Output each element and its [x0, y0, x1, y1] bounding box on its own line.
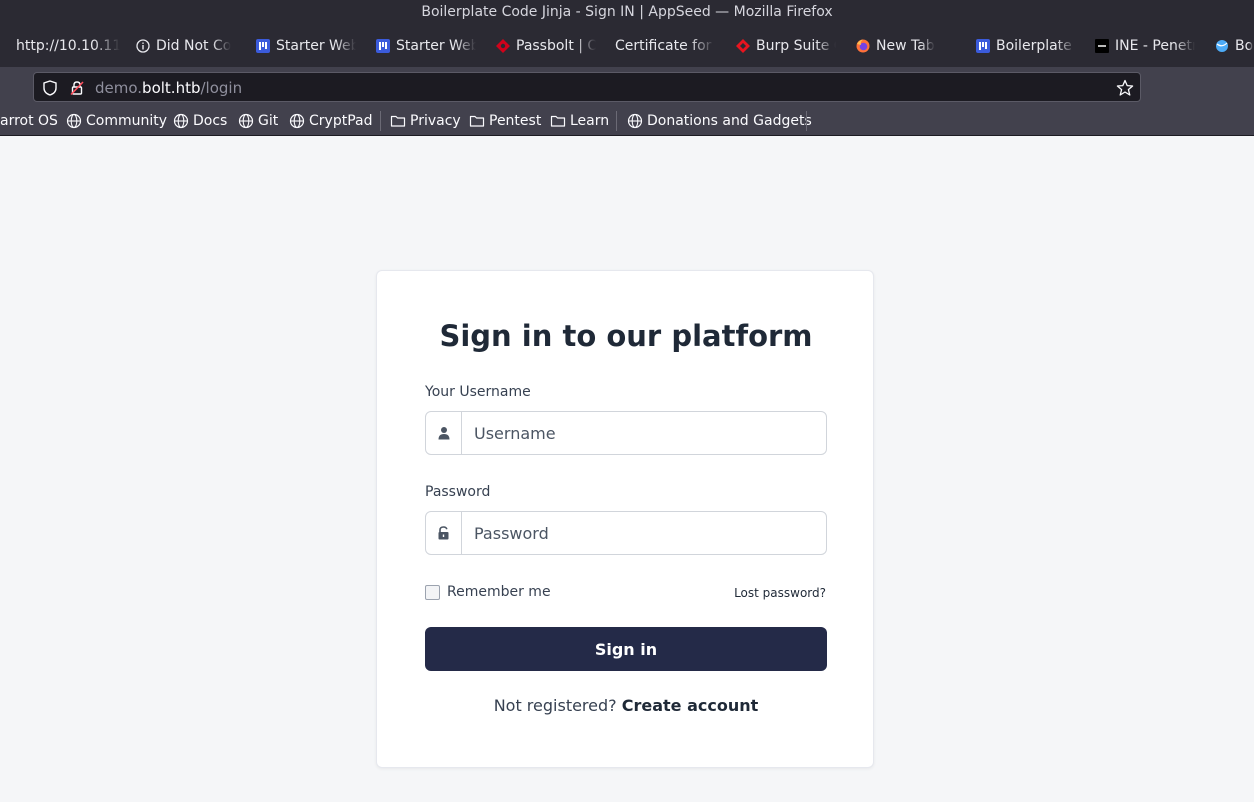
tab-passbolt[interactable]: Passbolt | O — [496, 24, 596, 67]
bookmark-label: Pentest — [489, 113, 542, 129]
create-account-link[interactable]: Create account — [622, 696, 759, 715]
tab-label: http://10.10.11 — [16, 37, 120, 54]
tab-label: New Tab — [876, 37, 935, 54]
bookmark-label: Donations and Gadgets — [647, 113, 812, 129]
tab-certificate[interactable]: Certificate for p — [615, 24, 715, 67]
remember-me-label: Remember me — [447, 584, 551, 600]
bookmark-label: Git — [258, 113, 279, 129]
bookmarks-toolbar: arrot OS Community Docs Git CryptPad Pri… — [0, 107, 1254, 136]
tab-label: Certificate for p — [615, 37, 715, 54]
firefox-icon — [856, 39, 870, 53]
burp-icon — [736, 38, 750, 53]
login-card: Sign in to our platform Your Username Pa… — [376, 270, 874, 768]
tab-did-not-connect[interactable]: Did Not Co — [136, 24, 236, 67]
bookmark-parrot-os[interactable]: arrot OS — [0, 107, 58, 135]
globe-icon — [66, 113, 82, 129]
ine-icon — [1095, 38, 1109, 53]
sign-in-button[interactable]: Sign in — [425, 627, 827, 671]
tab-label: INE - Penetr — [1115, 37, 1195, 54]
globe-icon — [238, 113, 254, 129]
app-icon — [376, 38, 390, 53]
username-input[interactable] — [462, 412, 826, 454]
tab-label: Boilerplate C — [996, 37, 1076, 54]
tab-label: Starter Web — [396, 37, 476, 54]
folder-icon — [390, 115, 406, 127]
tab-label: Passbolt | O — [516, 37, 596, 54]
bookmark-donations-and-gadgets[interactable]: Donations and Gadgets — [627, 107, 812, 135]
bookmark-community[interactable]: Community — [66, 107, 167, 135]
register-prompt: Not registered? Create account — [377, 696, 875, 715]
folder-icon — [550, 115, 566, 127]
bookmark-git[interactable]: Git — [238, 107, 278, 135]
passbolt-icon — [496, 38, 510, 53]
bookmark-label: CryptPad — [309, 113, 373, 129]
tab-boilerplate[interactable]: Boilerplate C — [976, 24, 1076, 67]
globe-icon — [627, 113, 643, 129]
tab-strip: http://10.10.11 Did Not Co Starter Web S… — [0, 24, 1254, 67]
bookmark-docs[interactable]: Docs — [173, 107, 227, 135]
window-title: Boilerplate Code Jinja - Sign IN | AppSe… — [0, 0, 1254, 24]
address-bar[interactable]: demo.bolt.htb/login — [33, 72, 1141, 102]
info-icon — [136, 38, 150, 53]
bookmark-separator — [380, 111, 381, 131]
bookmark-cryptpad[interactable]: CryptPad — [289, 107, 372, 135]
url-text[interactable]: demo.bolt.htb/login — [95, 79, 242, 97]
tab-label: Burp Suite C — [756, 37, 836, 54]
bookmark-folder-learn[interactable]: Learn — [550, 107, 609, 135]
app-icon — [256, 38, 270, 53]
tab-ip[interactable]: http://10.10.11 — [16, 24, 120, 67]
navigation-toolbar: demo.bolt.htb/login — [0, 67, 1254, 107]
tab-burp-suite[interactable]: Burp Suite C — [736, 24, 836, 67]
tab-label: Did Not Co — [156, 37, 232, 54]
tab-ine[interactable]: INE - Penetr — [1095, 24, 1195, 67]
password-field — [425, 511, 827, 555]
bookmark-separator — [806, 111, 807, 131]
page-title: Sign in to our platform — [439, 319, 813, 353]
bookmark-star-icon[interactable] — [1116, 79, 1134, 101]
app-icon — [976, 38, 990, 53]
globe-icon — [1215, 39, 1229, 53]
password-label: Password — [425, 484, 491, 500]
tab-partial[interactable]: Bo — [1215, 24, 1254, 67]
username-label: Your Username — [425, 384, 531, 400]
bookmark-label: Community — [86, 113, 168, 129]
insecure-lock-icon[interactable] — [69, 80, 85, 100]
lost-password-link[interactable]: Lost password? — [734, 586, 826, 600]
bookmark-separator — [616, 111, 617, 131]
globe-icon — [289, 113, 305, 129]
unlock-icon — [426, 512, 462, 554]
tab-label: Starter Web — [276, 37, 356, 54]
bookmark-label: Privacy — [410, 113, 461, 129]
tab-starter-web-1[interactable]: Starter Web — [256, 24, 356, 67]
tab-starter-web-2[interactable]: Starter Web — [376, 24, 476, 67]
bookmark-label: Learn — [570, 113, 610, 129]
register-prompt-text: Not registered? — [493, 696, 617, 715]
page-content: Sign in to our platform Your Username Pa… — [0, 136, 1254, 802]
remember-me[interactable]: Remember me — [425, 584, 551, 600]
tab-label: Bo — [1235, 37, 1254, 54]
password-input[interactable] — [462, 512, 826, 554]
username-field — [425, 411, 827, 455]
remember-me-checkbox[interactable] — [425, 584, 440, 600]
folder-icon — [469, 115, 485, 127]
tracking-shield-icon[interactable] — [42, 80, 58, 100]
bookmark-label: arrot OS — [0, 113, 58, 129]
bookmark-folder-pentest[interactable]: Pentest — [469, 107, 541, 135]
user-icon — [426, 412, 462, 454]
globe-icon — [173, 113, 189, 129]
tab-new-tab[interactable]: New Tab — [856, 24, 956, 67]
bookmark-label: Docs — [193, 113, 228, 129]
bookmark-folder-privacy[interactable]: Privacy — [390, 107, 461, 135]
